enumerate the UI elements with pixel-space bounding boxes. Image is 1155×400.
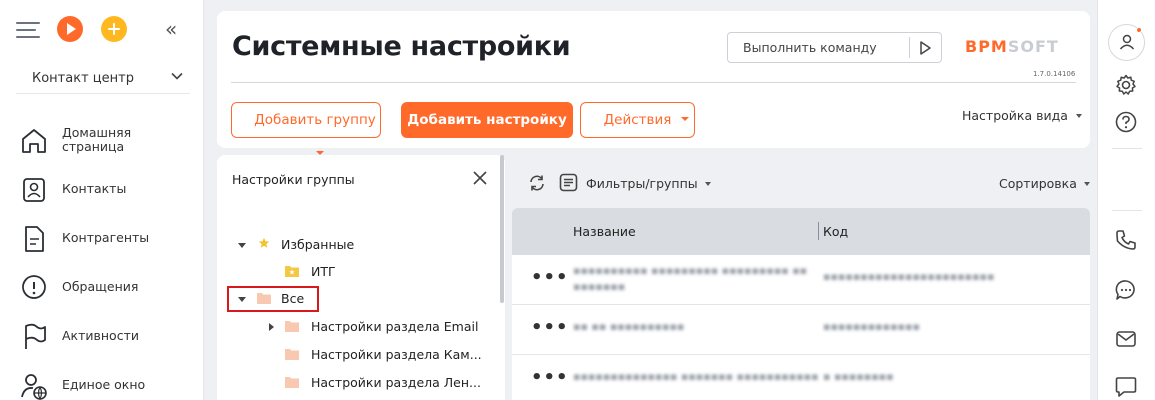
- page-title: Системные настройки: [232, 31, 571, 62]
- user-icon: [1119, 34, 1135, 50]
- sidebar-item-label: Контрагенты: [62, 230, 150, 245]
- blurred-cell: ▪▪▪▪▪▪▪▪▪▪▪▪▪▪▪▪▪▪▪▪▪▪▪: [823, 270, 995, 283]
- help-icon[interactable]: [1114, 110, 1138, 134]
- command-line: [727, 32, 942, 63]
- chevron-down-icon: [171, 72, 183, 80]
- phone-icon[interactable]: [1114, 228, 1138, 252]
- tree-item-campaign-settings[interactable]: Настройки раздела Кам...: [235, 343, 495, 367]
- row-menu-icon[interactable]: •••: [531, 319, 569, 337]
- star-icon: [258, 237, 270, 248]
- sidebar-item-label: Контакты: [62, 181, 127, 196]
- actions-button[interactable]: Действия: [580, 102, 695, 138]
- scrollbar[interactable]: [500, 155, 504, 303]
- tree-item-itg[interactable]: ИТГ: [235, 260, 495, 284]
- sidebar-nav: Домашняя страница Контакты Контрагенты О…: [0, 118, 204, 400]
- avatar[interactable]: [1108, 24, 1145, 61]
- add-group-button[interactable]: Добавить группу: [231, 102, 381, 155]
- command-input[interactable]: [729, 34, 907, 61]
- sidebar-item-label: Активности: [62, 328, 139, 343]
- sidebar-item-home[interactable]: Домашняя страница: [0, 118, 204, 167]
- expand-icon[interactable]: [269, 323, 274, 331]
- column-resize-handle[interactable]: [818, 222, 819, 240]
- group-panel-title: Настройки группы: [232, 172, 355, 187]
- caret-down-icon: [704, 181, 711, 186]
- folder-icon: [285, 377, 299, 388]
- caret-down-icon: [1083, 181, 1090, 186]
- quick-add-icon[interactable]: [101, 16, 127, 42]
- blurred-cell: ▪▪ ▪▪ ▪▪▪▪▪▪▪▪▪▪: [573, 320, 685, 333]
- grid-header: Название Код: [512, 208, 1090, 255]
- right-bar: [1097, 0, 1155, 400]
- workspace-select[interactable]: Контакт центр: [16, 64, 190, 94]
- left-sidebar: « Контакт центр Домашняя страница Контак…: [0, 0, 204, 400]
- sidebar-item-cases[interactable]: Обращения: [0, 265, 204, 314]
- tree-item-favorites[interactable]: Избранные: [235, 233, 495, 257]
- caret-down-icon: [1075, 113, 1082, 118]
- sidebar-item-label: Домашняя страница: [62, 125, 132, 154]
- folder-icon: [285, 349, 299, 360]
- filters-groups-button[interactable]: Фильтры/группы: [586, 176, 711, 191]
- process-run-icon[interactable]: [57, 16, 83, 42]
- blurred-cell: ▪▪▪▪▪▪▪▪▪▪▪▪▪▪ ▪▪▪▪▪▪▪ ▪▪▪▪▪▪▪▪▪▪▪: [573, 370, 819, 383]
- bpmsoft-logo: BPMSOFT: [965, 37, 1059, 56]
- view-settings-button[interactable]: Настройка вида: [962, 108, 1082, 123]
- tree-item-feed-settings[interactable]: Настройки раздела Лен...: [235, 371, 495, 395]
- gear-icon[interactable]: [1114, 73, 1138, 97]
- sidebar-item-single-window[interactable]: Единое окно: [0, 363, 204, 400]
- table-row[interactable]: ••• ▪▪ ▪▪ ▪▪▪▪▪▪▪▪▪▪ ▪▪▪▪▪▪▪▪▪▪▪▪▪: [512, 305, 1090, 355]
- version-label: 1.7.0.14106: [1033, 70, 1076, 78]
- page-header: Системные настройки BPMSOFT 1.7.0.14106 …: [217, 11, 1090, 155]
- folder-star-icon: [285, 266, 299, 277]
- alert-icon: [22, 275, 46, 299]
- row-menu-icon[interactable]: •••: [531, 369, 569, 387]
- play-icon[interactable]: [917, 40, 933, 56]
- notification-dot: [1136, 27, 1142, 33]
- sidebar-item-activities[interactable]: Активности: [0, 314, 204, 363]
- tree-item-email-settings[interactable]: Настройки раздела Email: [235, 315, 495, 339]
- blurred-cell: ▪ ▪▪▪▪▪▪▪▪: [823, 370, 894, 383]
- flag-icon: [25, 323, 46, 349]
- workspace-select-label: Контакт центр: [32, 71, 134, 86]
- expand-icon[interactable]: [238, 243, 246, 248]
- group-panel: Настройки группы Избранные ИТГ Все Настр…: [217, 155, 505, 400]
- user-globe-icon: [21, 374, 47, 400]
- refresh-icon[interactable]: [528, 174, 546, 192]
- home-icon: [22, 129, 46, 153]
- contact-icon: [23, 178, 45, 202]
- column-header-code[interactable]: Код: [823, 224, 848, 239]
- close-icon[interactable]: [472, 170, 488, 186]
- folder-icon: [285, 321, 299, 332]
- mail-icon[interactable]: [1114, 327, 1138, 351]
- sidebar-item-contacts[interactable]: Контакты: [0, 167, 204, 216]
- row-menu-icon[interactable]: •••: [531, 269, 569, 287]
- sidebar-item-label: Единое окно: [62, 377, 146, 392]
- add-setting-button[interactable]: Добавить настройку: [401, 102, 573, 138]
- sidebar-item-label: Обращения: [62, 279, 139, 294]
- blurred-cell: ▪▪▪▪▪▪▪▪▪▪▪▪▪: [823, 320, 920, 333]
- table-row[interactable]: ••• ▪▪▪▪▪▪▪▪▪▪▪▪▪▪ ▪▪▪▪▪▪▪ ▪▪▪▪▪▪▪▪▪▪▪ ▪…: [512, 355, 1090, 400]
- title-divider: [231, 82, 1076, 83]
- document-icon: [25, 226, 44, 252]
- table-row[interactable]: ••• ▪▪▪▪▪▪▪▪▪▪ ▪▪▪▪▪▪▪▪▪ ▪▪▪▪▪▪▪▪▪ ▪▪ ▪▪…: [512, 255, 1090, 305]
- filter-list-icon[interactable]: [559, 173, 578, 192]
- collapse-sidebar-icon[interactable]: «: [165, 17, 177, 41]
- blurred-cell: ▪▪▪▪▪▪▪: [573, 280, 626, 293]
- sidebar-top: «: [0, 0, 204, 58]
- sidebar-item-accounts[interactable]: Контрагенты: [0, 216, 204, 265]
- selection-highlight: [227, 286, 319, 312]
- divider: [1112, 148, 1142, 149]
- blurred-cell: ▪▪▪▪▪▪▪▪▪▪ ▪▪▪▪▪▪▪▪▪ ▪▪▪▪▪▪▪▪▪ ▪▪: [573, 264, 808, 277]
- column-header-name[interactable]: Название: [573, 224, 636, 239]
- command-separator: [909, 37, 910, 58]
- chat-icon[interactable]: [1114, 278, 1138, 302]
- menu-icon[interactable]: [16, 20, 42, 40]
- caret-down-icon: [681, 117, 690, 121]
- grid-panel: Фильтры/группы Сортировка Название Код •…: [512, 155, 1090, 400]
- message-icon[interactable]: [1114, 375, 1138, 399]
- divider: [1112, 210, 1142, 211]
- sort-button[interactable]: Сортировка: [999, 176, 1090, 191]
